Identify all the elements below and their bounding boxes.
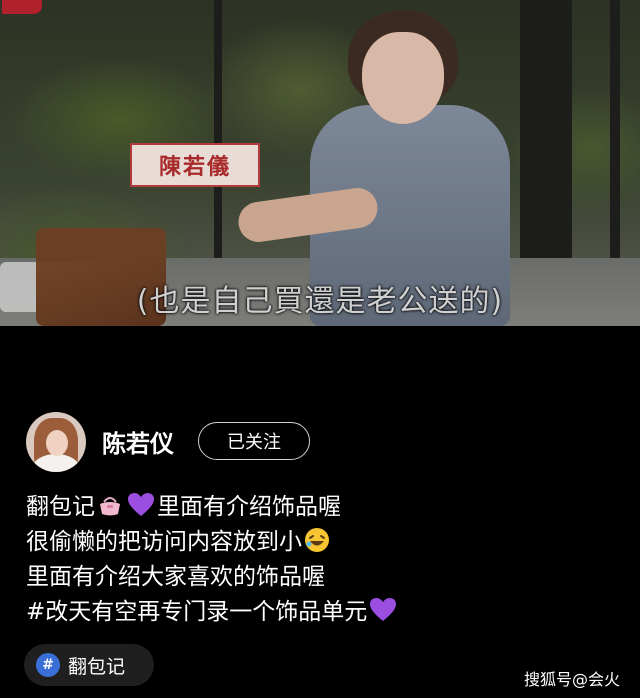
- avatar-face: [46, 430, 68, 456]
- post-caption: 翻包记 里面有介绍饰品喔 很偷懒的把访问内容放到小 里面有介绍大家喜欢的饰品喔 …: [26, 490, 626, 630]
- topic-tag[interactable]: # 翻包记: [24, 644, 154, 686]
- caption-text: 翻包记: [26, 494, 95, 520]
- hashtag-icon: #: [36, 653, 60, 677]
- source-watermark: 搜狐号@会火: [523, 670, 620, 689]
- purse-icon: [100, 497, 120, 516]
- person-face: [362, 32, 444, 124]
- avatar[interactable]: [26, 412, 86, 472]
- caption-text: #改天有空再专门录一个饰品单元: [26, 599, 368, 625]
- caption-line: 里面有介绍大家喜欢的饰品喔: [26, 560, 626, 595]
- follow-button[interactable]: 已关注: [198, 422, 310, 460]
- caption-line: #改天有空再专门录一个饰品单元: [26, 595, 626, 630]
- channel-logo: [2, 0, 42, 14]
- video-frame[interactable]: 陳若儀 (也是自己買還是老公送的): [0, 0, 640, 326]
- username[interactable]: 陈若仪: [102, 424, 174, 459]
- caption-line: 很偷懒的把访问内容放到小: [26, 525, 626, 560]
- caption-text: 里面有介绍饰品喔: [157, 494, 341, 520]
- laughing-face-icon: [305, 528, 329, 552]
- caption-text: 很偷懒的把访问内容放到小: [26, 529, 302, 555]
- purple-heart-icon: [128, 493, 154, 516]
- purple-heart-icon: [370, 598, 397, 621]
- caption-text: 里面有介绍大家喜欢的饰品喔: [26, 564, 325, 590]
- handbag-flap: [36, 228, 166, 262]
- window-frame: [610, 0, 620, 290]
- topic-tag-label: 翻包记: [68, 655, 126, 678]
- name-sign: 陳若儀: [130, 143, 260, 187]
- video-subtitle: (也是自己買還是老公送的): [136, 284, 504, 319]
- caption-line: 翻包记 里面有介绍饰品喔: [26, 490, 626, 525]
- window-frame: [520, 0, 572, 290]
